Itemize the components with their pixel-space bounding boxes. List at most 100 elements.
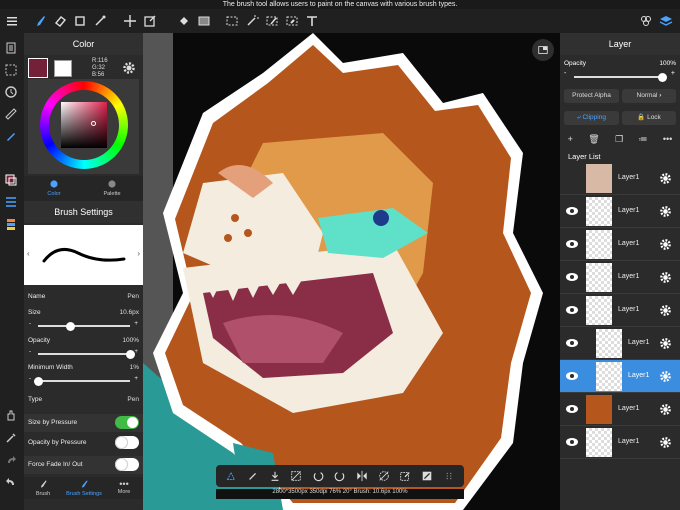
redo-icon[interactable] (4, 453, 20, 469)
select-eraser-icon[interactable] (282, 11, 302, 31)
tab-palette[interactable]: Palette (99, 179, 125, 197)
fill-icon[interactable] (174, 11, 194, 31)
select-pen-icon[interactable] (262, 11, 282, 31)
layer-row[interactable]: Layer1 (560, 228, 680, 261)
tab-brush[interactable]: Brush (32, 479, 54, 497)
visibility-eye-icon[interactable] (565, 305, 579, 315)
pen-settings-icon[interactable] (4, 129, 20, 145)
brush-icon[interactable] (30, 11, 50, 31)
lasso-icon[interactable] (225, 470, 237, 482)
layers-icon[interactable] (656, 11, 676, 31)
layer-list-icon[interactable] (4, 195, 20, 211)
layer-opacity-slider-knob[interactable] (657, 72, 667, 82)
opacity-by-pressure-toggle[interactable] (115, 436, 139, 449)
ruler-icon[interactable] (4, 107, 20, 123)
size-slider-knob[interactable] (65, 321, 75, 331)
color-settings-gear-icon[interactable] (122, 61, 136, 75)
layer-opacity-minus-button[interactable]: - (564, 70, 566, 77)
size-slider[interactable] (38, 321, 130, 331)
layer-settings-gear-icon[interactable] (659, 436, 672, 449)
hand-icon[interactable] (4, 408, 20, 424)
drawing-canvas[interactable] (143, 33, 560, 510)
duplicate-layer-icon[interactable]: ❐ (615, 134, 623, 145)
layer-row[interactable]: Layer1 (560, 294, 680, 327)
clipping-button[interactable]: ⤶ Clipping (564, 111, 619, 125)
grip-icon[interactable] (443, 470, 455, 482)
magic-wand-icon[interactable] (90, 11, 110, 31)
layer-settings-gear-icon[interactable] (659, 205, 672, 218)
layer-opacity-plus-button[interactable]: + (671, 70, 675, 77)
blend-mode-select[interactable]: Normal › (622, 89, 676, 103)
layer-row[interactable]: Layer1 (560, 261, 680, 294)
material-icon[interactable] (4, 217, 20, 233)
visibility-eye-icon[interactable] (565, 404, 579, 414)
visibility-eye-icon[interactable] (565, 173, 579, 183)
gradient-icon[interactable] (194, 11, 214, 31)
visibility-eye-icon[interactable] (565, 272, 579, 282)
min-width-minus-button[interactable]: - (29, 375, 31, 382)
lock-button[interactable]: 🔒 Lock (622, 111, 676, 125)
layer-row[interactable]: Layer1 (560, 426, 680, 459)
chevron-right-icon[interactable]: › (137, 249, 140, 258)
transform-icon[interactable] (140, 11, 160, 31)
add-layer-icon[interactable]: + (568, 134, 573, 144)
flip-icon[interactable] (356, 470, 368, 482)
menu-icon[interactable] (2, 11, 22, 31)
rectangle-icon[interactable] (70, 11, 90, 31)
rotate-icon[interactable] (4, 85, 20, 101)
layer-settings-gear-icon[interactable] (659, 238, 672, 251)
visibility-eye-icon[interactable] (565, 239, 579, 249)
delete-layer-icon[interactable]: 🗑 (588, 134, 599, 145)
color-wheel[interactable] (40, 81, 128, 169)
transfer-icon[interactable] (421, 470, 433, 482)
eyedropper-icon[interactable] (4, 431, 20, 447)
visibility-eye-icon[interactable] (565, 338, 579, 348)
min-width-slider-knob[interactable] (34, 376, 44, 386)
move-icon[interactable] (120, 11, 140, 31)
opacity-slider-knob[interactable] (125, 349, 135, 359)
rotate-right-icon[interactable] (334, 470, 346, 482)
undo-icon[interactable] (4, 475, 20, 491)
min-width-slider[interactable] (34, 376, 130, 386)
main-color-swatch[interactable] (28, 58, 48, 78)
layer-row[interactable]: Layer1 (560, 162, 680, 195)
layer-row[interactable]: Layer1 (560, 327, 680, 360)
layer-row[interactable]: Layer1 (560, 360, 680, 393)
deselect-icon[interactable] (290, 470, 302, 482)
rotate-left-icon[interactable] (312, 470, 324, 482)
magic-select-icon[interactable] (242, 11, 262, 31)
tab-more[interactable]: ••• More (112, 479, 136, 495)
opacity-minus-button[interactable]: - (29, 348, 31, 355)
layer-row[interactable]: Layer1 (560, 393, 680, 426)
select-rect-icon[interactable] (222, 11, 242, 31)
color-swatch-icon[interactable] (4, 173, 20, 189)
layer-settings-gear-icon[interactable] (659, 271, 672, 284)
layer-opacity-slider[interactable] (574, 72, 667, 82)
opacity-slider[interactable] (38, 349, 135, 359)
size-plus-button[interactable]: + (134, 320, 138, 327)
text-icon[interactable] (302, 11, 322, 31)
layers-group-icon[interactable] (636, 11, 656, 31)
layer-settings-gear-icon[interactable] (659, 403, 672, 416)
pages-icon[interactable] (4, 41, 20, 57)
sub-color-swatch[interactable] (54, 60, 72, 77)
size-minus-button[interactable]: - (29, 320, 31, 327)
tab-color[interactable]: Color (44, 179, 64, 197)
layer-list-menu-icon[interactable]: ≔ (638, 134, 647, 145)
selection-icon[interactable] (4, 63, 20, 79)
layer-settings-gear-icon[interactable] (659, 172, 672, 185)
size-by-pressure-toggle[interactable] (115, 416, 139, 429)
visibility-eye-icon[interactable] (565, 206, 579, 216)
pen-icon[interactable] (247, 470, 259, 482)
opacity-plus-button[interactable]: + (134, 348, 138, 355)
layer-settings-gear-icon[interactable] (659, 370, 672, 383)
visibility-eye-icon[interactable] (565, 437, 579, 447)
selection-off-icon[interactable] (378, 470, 390, 482)
visibility-eye-icon[interactable] (565, 371, 579, 381)
chevron-left-icon[interactable]: ‹ (27, 249, 30, 258)
edit-selection-icon[interactable] (399, 470, 411, 482)
layer-more-icon[interactable]: ••• (663, 134, 672, 144)
download-icon[interactable] (269, 470, 281, 482)
protect-alpha-button[interactable]: Protect Alpha (564, 89, 619, 103)
force-fade-toggle[interactable] (115, 458, 139, 471)
